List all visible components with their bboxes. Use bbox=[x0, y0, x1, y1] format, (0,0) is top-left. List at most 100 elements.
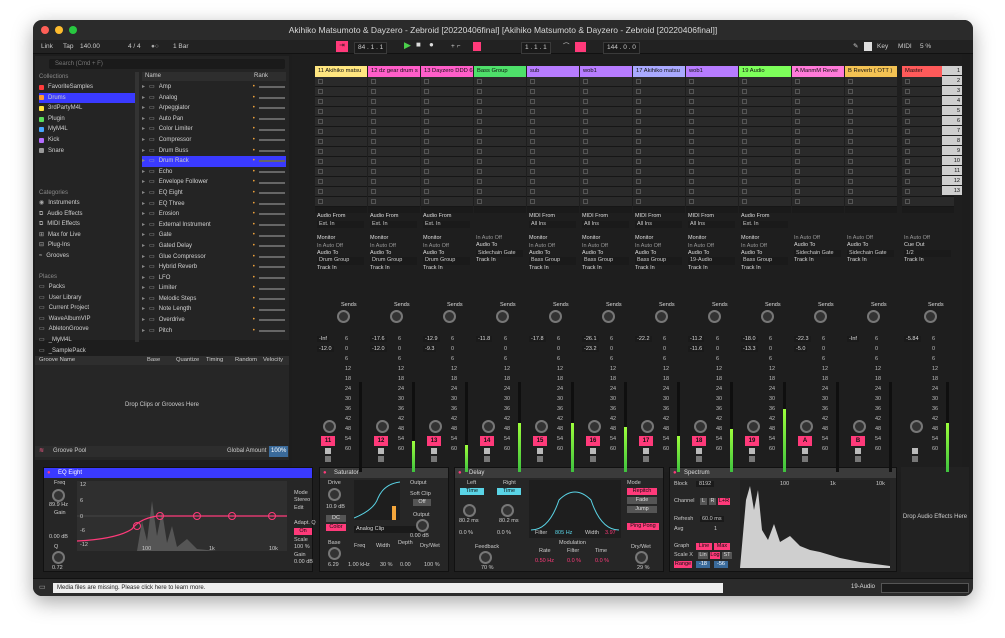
send-a-knob[interactable] bbox=[867, 310, 880, 323]
eq-output-gain-value[interactable]: 0.00 dB bbox=[294, 559, 313, 565]
browser-item[interactable]: ▸ ▭ Note Length • bbox=[142, 304, 286, 315]
browser-item[interactable]: ▸ ▭ Auto Pan • bbox=[142, 114, 286, 125]
clip-slot[interactable] bbox=[633, 167, 685, 177]
clip-slot[interactable] bbox=[421, 147, 473, 157]
clip-slot[interactable] bbox=[633, 177, 685, 187]
status-message[interactable]: Media files are missing. Please click he… bbox=[53, 583, 723, 593]
clip-slot[interactable] bbox=[527, 197, 579, 207]
clip-slot[interactable] bbox=[315, 127, 367, 137]
input-select[interactable]: All Ins bbox=[529, 220, 576, 229]
pan-knob[interactable] bbox=[376, 420, 389, 433]
collection-item[interactable]: Drums bbox=[39, 92, 135, 104]
arm-button[interactable] bbox=[537, 456, 543, 462]
clip-slot[interactable] bbox=[739, 117, 791, 127]
track-title[interactable]: sub bbox=[527, 66, 579, 77]
clip-slot[interactable] bbox=[739, 137, 791, 147]
midi-map-label[interactable]: MIDI bbox=[898, 42, 912, 52]
solo-button[interactable] bbox=[378, 448, 384, 454]
peak-value[interactable]: -11.6 bbox=[688, 346, 705, 352]
input-select[interactable]: All Ins bbox=[582, 220, 629, 229]
clip-slot[interactable] bbox=[580, 197, 632, 207]
arm-button[interactable] bbox=[590, 456, 596, 462]
clip-slot[interactable] bbox=[845, 197, 897, 207]
pan-knob[interactable] bbox=[641, 420, 654, 433]
place-item[interactable]: ▭ WaveAlbumVIP bbox=[39, 314, 135, 325]
clip-slot[interactable] bbox=[845, 187, 897, 197]
scale-log-button[interactable]: Log bbox=[710, 552, 720, 559]
volume-value[interactable]: -5.84 bbox=[904, 336, 921, 342]
clip-slot[interactable] bbox=[315, 117, 367, 127]
browser-item[interactable]: ▸ ▭ Gated Delay • bbox=[142, 241, 286, 252]
volume-value[interactable]: -Inf bbox=[317, 336, 329, 342]
clip-slot[interactable] bbox=[845, 77, 897, 87]
clip-slot[interactable] bbox=[633, 97, 685, 107]
browser-item[interactable]: ▸ ▭ EQ Three • bbox=[142, 199, 286, 210]
channel-lr-button[interactable]: L+R bbox=[718, 498, 730, 505]
volume-value[interactable]: -17.8 bbox=[529, 336, 546, 342]
output-select[interactable]: Bass Group bbox=[529, 257, 576, 265]
close-icon[interactable] bbox=[41, 26, 49, 34]
clip-slot[interactable] bbox=[527, 87, 579, 97]
arm-button[interactable] bbox=[696, 456, 702, 462]
clip-slot[interactable] bbox=[792, 147, 844, 157]
clip-slot[interactable] bbox=[739, 107, 791, 117]
freq-value[interactable]: 1.00 kHz bbox=[348, 562, 370, 568]
arm-button[interactable] bbox=[484, 456, 490, 462]
output-select[interactable]: 19-Audio bbox=[688, 257, 735, 265]
solo-button[interactable] bbox=[537, 448, 543, 454]
record-icon[interactable]: ● bbox=[429, 40, 434, 50]
category-item[interactable]: ⧉ MIDI Effects bbox=[39, 219, 135, 230]
clip-slot[interactable] bbox=[527, 117, 579, 127]
clip-slot[interactable] bbox=[421, 97, 473, 107]
mod-time-value[interactable]: 0.0 % bbox=[595, 558, 609, 564]
arm-button[interactable] bbox=[912, 456, 918, 462]
place-item[interactable]: ▭ User Library bbox=[39, 293, 135, 304]
scene-launch-button[interactable]: 8 bbox=[942, 136, 962, 146]
draw-icon[interactable]: ✎ bbox=[853, 42, 858, 52]
clip-slot[interactable] bbox=[580, 187, 632, 197]
col-random[interactable]: Random bbox=[235, 356, 257, 365]
minimize-icon[interactable] bbox=[55, 26, 63, 34]
track-activator-button[interactable]: 19 bbox=[745, 436, 759, 446]
clip-slot[interactable] bbox=[739, 167, 791, 177]
clip-slot[interactable] bbox=[845, 137, 897, 147]
arm-button[interactable] bbox=[749, 456, 755, 462]
browser-item[interactable]: ▸ ▭ EQ Eight • bbox=[142, 188, 286, 199]
output-select[interactable]: Sidechain Gate bbox=[476, 249, 523, 258]
overview-strip[interactable] bbox=[881, 583, 969, 593]
volume-value[interactable]: -11.2 bbox=[688, 336, 705, 342]
scene-launch-button[interactable]: 11 bbox=[942, 166, 962, 176]
track-title[interactable]: 19 Audio bbox=[739, 66, 791, 77]
browser-item[interactable]: ▸ ▭ Pitch • bbox=[142, 326, 286, 337]
solo-button[interactable] bbox=[643, 448, 649, 454]
clip-slot[interactable] bbox=[315, 197, 367, 207]
jump-button[interactable]: Jump bbox=[627, 506, 657, 513]
track-activator-button[interactable]: 12 bbox=[374, 436, 388, 446]
eq-freq-knob[interactable] bbox=[52, 489, 65, 502]
avg-value[interactable]: 1 bbox=[714, 526, 717, 532]
clip-slot[interactable] bbox=[368, 77, 420, 87]
scene-launch-button[interactable]: 12 bbox=[942, 176, 962, 186]
track-title[interactable]: 11 Akihiko matsu bbox=[315, 66, 367, 77]
browser-item[interactable]: ▸ ▭ Erosion • bbox=[142, 209, 286, 220]
track-title[interactable]: 12 dz gear drum s bbox=[368, 66, 420, 77]
clip-slot[interactable] bbox=[845, 157, 897, 167]
clip-slot[interactable] bbox=[686, 157, 738, 167]
clip-slot[interactable] bbox=[580, 107, 632, 117]
peak-value[interactable]: -13.3 bbox=[741, 346, 758, 352]
filter-value[interactable]: 805 Hz bbox=[555, 530, 572, 536]
key-map-label[interactable]: Key bbox=[877, 42, 888, 52]
scale-st-button[interactable]: ST bbox=[722, 552, 732, 559]
clip-slot[interactable] bbox=[580, 127, 632, 137]
output-value[interactable]: 0.00 dB bbox=[410, 533, 429, 539]
input-select[interactable]: Ext. In bbox=[423, 220, 470, 229]
metronome-icon[interactable]: ●○ bbox=[151, 42, 159, 52]
clip-slot[interactable] bbox=[633, 147, 685, 157]
clip-slot[interactable] bbox=[739, 157, 791, 167]
clip-slot[interactable] bbox=[686, 177, 738, 187]
output-select[interactable]: Drum Group bbox=[423, 257, 470, 265]
clip-slot[interactable] bbox=[421, 77, 473, 87]
arrangement-position[interactable]: 84 . 1 . 1 bbox=[354, 42, 388, 54]
clip-slot[interactable] bbox=[421, 137, 473, 147]
solo-button[interactable] bbox=[696, 448, 702, 454]
